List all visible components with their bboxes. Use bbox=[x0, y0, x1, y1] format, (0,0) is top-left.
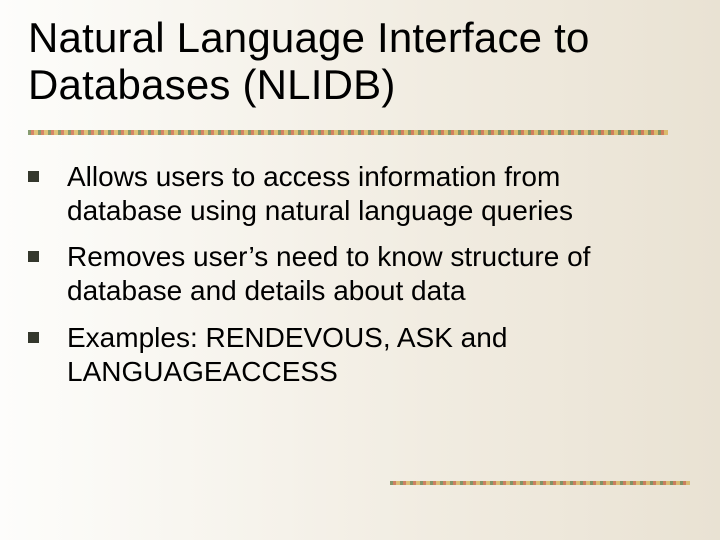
bullet-icon bbox=[28, 171, 39, 182]
bullet-text: Examples: RENDEVOUS, ASK and LANGUAGEACC… bbox=[67, 321, 680, 389]
list-item: Removes user’s need to know structure of… bbox=[28, 240, 680, 308]
bullet-text: Removes user’s need to know structure of… bbox=[67, 240, 680, 308]
bullet-list: Allows users to access information from … bbox=[28, 160, 680, 389]
content-area: Allows users to access information from … bbox=[28, 160, 680, 401]
slide-title: Natural Language Interface to Databases … bbox=[28, 14, 690, 108]
list-item: Allows users to access information from … bbox=[28, 160, 680, 228]
list-item: Examples: RENDEVOUS, ASK and LANGUAGEACC… bbox=[28, 321, 680, 389]
bullet-icon bbox=[28, 332, 39, 343]
bullet-text: Allows users to access information from … bbox=[67, 160, 680, 228]
bullet-icon bbox=[28, 251, 39, 262]
slide: Natural Language Interface to Databases … bbox=[0, 0, 720, 540]
divider-top bbox=[28, 130, 668, 135]
divider-bottom bbox=[390, 481, 690, 485]
